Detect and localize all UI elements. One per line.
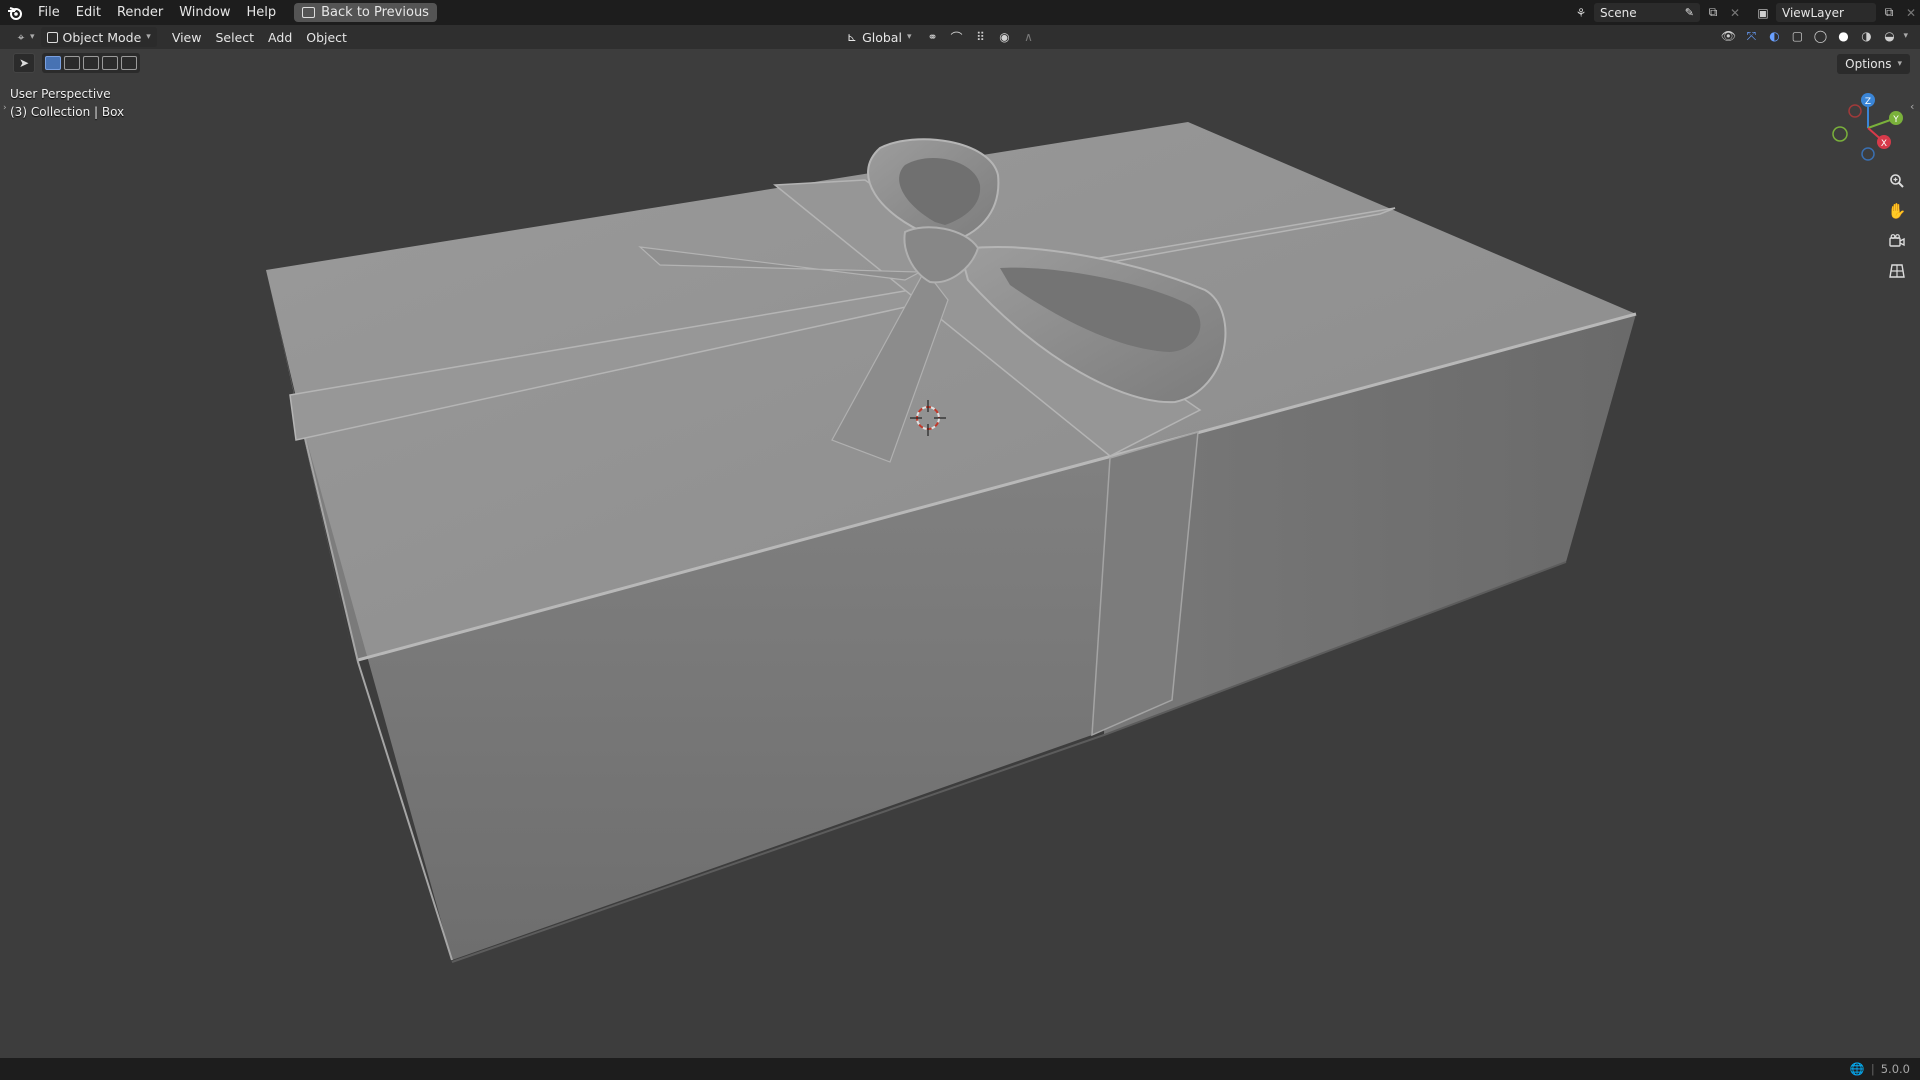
- menu-add[interactable]: Add: [261, 27, 299, 47]
- object-mode-icon: [46, 31, 58, 43]
- topbar-right: ⚘ Scene ✎ ⧉ ✕ ▣ ViewLayer ⧉ ✕: [1572, 0, 1920, 25]
- mode-dropdown[interactable]: Object Mode ▾: [40, 27, 157, 47]
- select-invert-icon[interactable]: [102, 56, 118, 70]
- menu-render[interactable]: Render: [109, 0, 171, 25]
- pan-hand-icon[interactable]: ✋: [1884, 198, 1910, 224]
- chevron-down-icon: ▾: [1897, 59, 1902, 69]
- status-bar: 🌐 | 5.0.0: [0, 1058, 1920, 1080]
- camera-view-icon[interactable]: [1884, 228, 1910, 254]
- scene-icon[interactable]: ⚘: [1572, 4, 1590, 22]
- network-icon[interactable]: 🌐: [1850, 1062, 1865, 1076]
- back-to-previous-label: Back to Previous: [321, 5, 429, 20]
- transform-orientation-dropdown[interactable]: ⊾ Global ▾: [841, 27, 917, 47]
- sidebar-toggle-icon[interactable]: ‹: [1910, 100, 1914, 113]
- scene-selector[interactable]: Scene ✎: [1594, 3, 1700, 22]
- new-scene-icon[interactable]: ⧉: [1704, 4, 1722, 22]
- chevron-down-icon[interactable]: ▾: [30, 32, 35, 42]
- options-label: Options: [1845, 57, 1892, 71]
- view-layer-icon[interactable]: ▣: [1754, 4, 1772, 22]
- view-layer-selector[interactable]: ViewLayer: [1776, 3, 1876, 22]
- gizmo-z-label: Z: [1865, 97, 1871, 107]
- gizmo-x-label: X: [1881, 139, 1887, 149]
- version-info: 🌐 | 5.0.0: [1849, 1062, 1910, 1076]
- menu-object[interactable]: Object: [299, 27, 354, 47]
- mode-label: Object Mode: [62, 29, 142, 45]
- menu-help[interactable]: Help: [239, 0, 285, 25]
- gizmo-y-label: Y: [1892, 115, 1899, 125]
- falloff-icon[interactable]: ∧: [1019, 28, 1037, 46]
- zoom-icon[interactable]: [1884, 168, 1910, 194]
- select-extend-icon[interactable]: [64, 56, 80, 70]
- select-tool-button[interactable]: ➤: [13, 53, 35, 73]
- select-subtract-icon[interactable]: [83, 56, 99, 70]
- material-shading-icon[interactable]: ◑: [1857, 27, 1875, 45]
- back-to-previous-button[interactable]: Back to Previous: [294, 3, 437, 22]
- select-intersect-icon[interactable]: [121, 56, 137, 70]
- scene-name: Scene: [1600, 5, 1637, 20]
- top-bar: File Edit Render Window Help Back to Pre…: [0, 0, 1920, 25]
- overlay-toggle-icon[interactable]: ◐: [1765, 27, 1783, 45]
- snap-icon[interactable]: ⌒: [947, 28, 965, 46]
- collection-label: (3) Collection | Box: [10, 105, 125, 119]
- blender-window: File Edit Render Window Help Back to Pre…: [0, 0, 1920, 1080]
- view-layer-name: ViewLayer: [1782, 5, 1844, 20]
- solid-shading-icon[interactable]: ●: [1834, 27, 1852, 45]
- rendered-shading-icon[interactable]: ◒: [1880, 27, 1898, 45]
- perspective-toggle-icon[interactable]: [1884, 258, 1910, 284]
- selection-mode-group: [42, 53, 140, 73]
- back-icon: [302, 7, 316, 18]
- visibility-icon[interactable]: 👁: [1719, 27, 1737, 45]
- blender-logo-icon[interactable]: [0, 0, 30, 25]
- menu-window[interactable]: Window: [171, 0, 238, 25]
- orientation-label: Global: [862, 29, 902, 45]
- select-new-icon[interactable]: [45, 56, 61, 70]
- delete-view-layer-icon[interactable]: ✕: [1902, 4, 1920, 22]
- viewport-info-overlay: User Perspective (3) Collection | Box: [10, 85, 124, 121]
- proportional-editing-icon[interactable]: ◉: [995, 28, 1013, 46]
- expand-arrow-icon[interactable]: ›: [3, 103, 7, 113]
- cursor-arrow-icon: ➤: [19, 56, 30, 70]
- snap-target-icon[interactable]: ⠿: [971, 28, 989, 46]
- menu-select[interactable]: Select: [208, 27, 261, 47]
- viewport-header: ⌖ ▾ Object Mode ▾ View Select Add Object…: [0, 25, 1920, 49]
- new-view-layer-icon[interactable]: ⧉: [1880, 4, 1898, 22]
- delete-scene-icon[interactable]: ✕: [1726, 4, 1744, 22]
- editor-type-icon[interactable]: ⌖: [12, 28, 30, 46]
- navigation-gizmo[interactable]: Z Y X: [1820, 88, 1912, 168]
- pivot-point-icon[interactable]: ⚭: [923, 28, 941, 46]
- transform-tools: ⊾ Global ▾ ⚭ ⌒ ⠿ ◉ ∧: [835, 27, 1037, 47]
- chevron-down-icon[interactable]: ▾: [1903, 31, 1908, 41]
- menu-view[interactable]: View: [165, 27, 209, 47]
- menu-file[interactable]: File: [30, 0, 68, 25]
- menu-edit[interactable]: Edit: [68, 0, 109, 25]
- orientation-icon: ⊾: [847, 30, 858, 44]
- tool-settings-row: ➤ Options ▾: [0, 49, 1920, 75]
- pin-icon[interactable]: ✎: [1685, 6, 1694, 19]
- chevron-down-icon: ▾: [906, 32, 912, 42]
- gizmo-toggle-icon[interactable]: ⤧: [1742, 27, 1760, 45]
- chevron-down-icon: ▾: [146, 32, 151, 42]
- viewport-display-tools: 👁 ⤧ ◐ ▢ ◯ ● ◑ ◒ ▾: [1719, 27, 1908, 45]
- xray-toggle-icon[interactable]: ▢: [1788, 27, 1806, 45]
- viewport-3d[interactable]: [0, 0, 1920, 1080]
- wireframe-shading-icon[interactable]: ◯: [1811, 27, 1829, 45]
- options-dropdown[interactable]: Options ▾: [1837, 54, 1910, 74]
- gift-box[interactable]: [266, 122, 1637, 963]
- perspective-label: User Perspective: [10, 87, 111, 101]
- version-label: 5.0.0: [1880, 1062, 1910, 1076]
